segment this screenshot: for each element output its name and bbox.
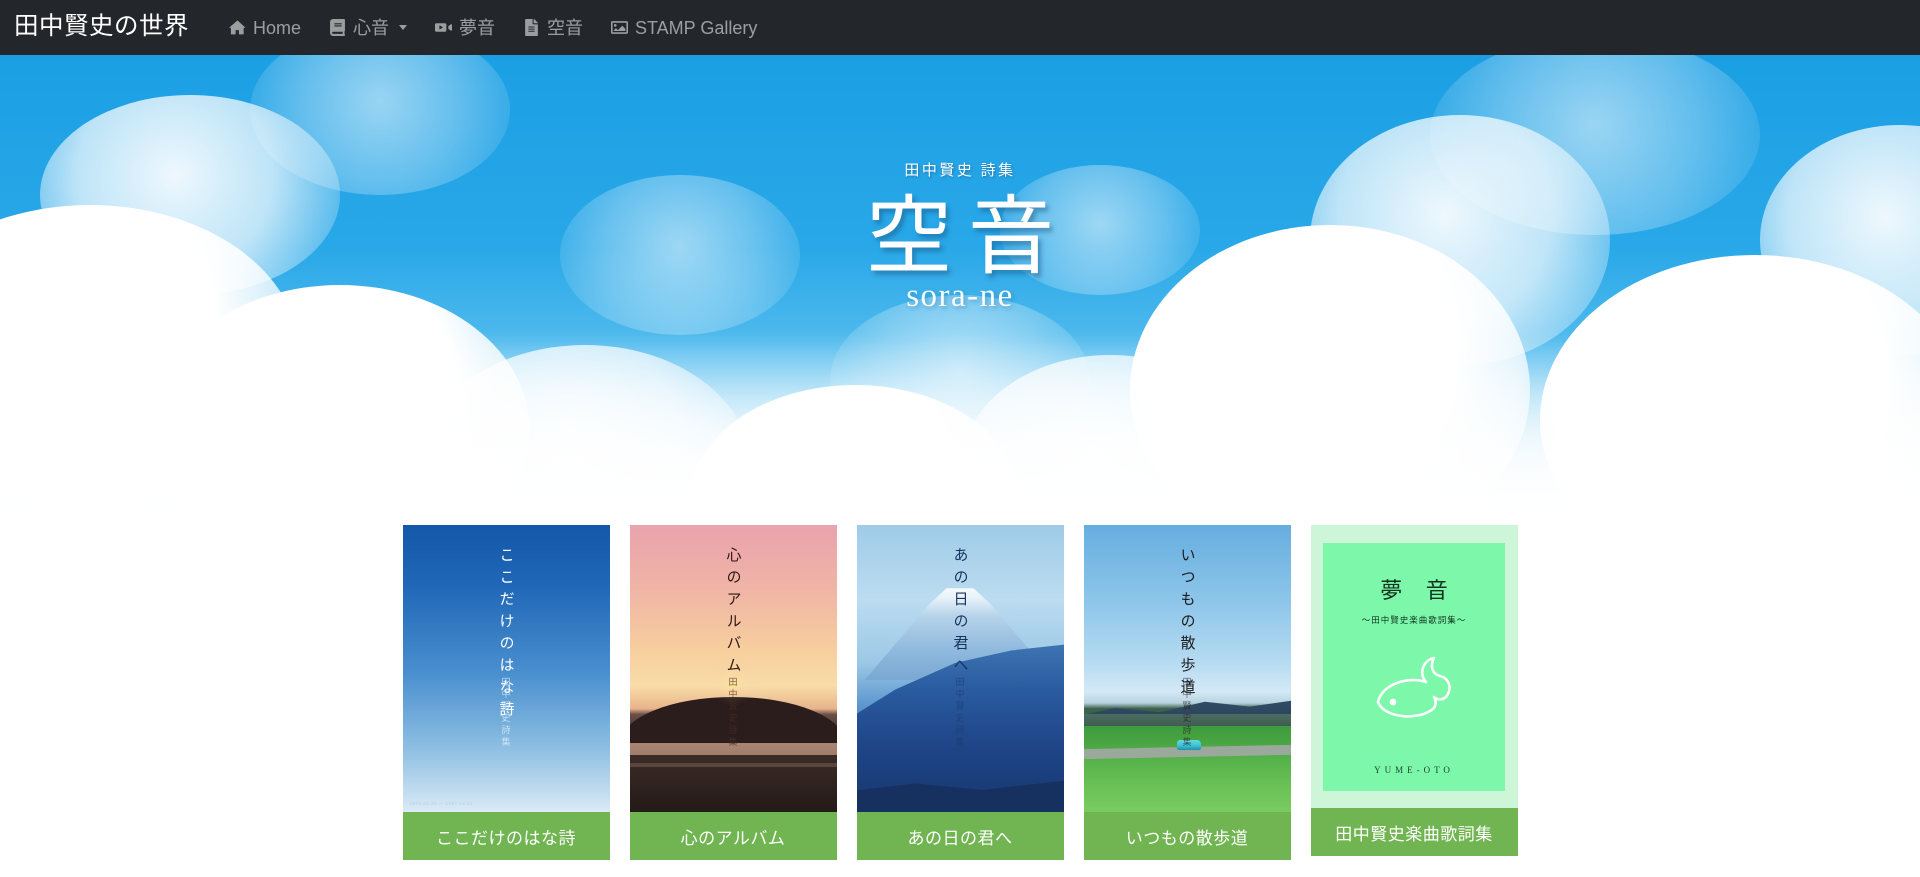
- nav-links: Home 心音 夢音 空音 STAMP Gallery: [215, 13, 771, 43]
- book-cover-yumeoto: 夢 音 〜田中賢史楽曲歌詞集〜 YUME-OTO: [1310, 525, 1518, 808]
- hero-kicker: 田中賢史 詩集: [904, 163, 1016, 179]
- cover-title: あの日の君へ: [951, 547, 968, 679]
- cover-author: 田中賢史詩集: [500, 677, 511, 749]
- whale-mark-icon: [1368, 652, 1460, 731]
- book-card-list: ここだけのはな詩 田中賢史詩集 1979.04.20 — 1997.12.31 …: [0, 525, 1920, 860]
- nav-item-sorane[interactable]: 空音: [509, 13, 597, 43]
- book-cover-anohi: あの日の君へ 田中賢史詩集: [856, 525, 1064, 812]
- cover-footer: 1979.04.20 — 1997.12.31: [409, 801, 474, 806]
- book-cover-kokoro-album: 心のアルバム 田中賢史詩集: [629, 525, 837, 812]
- cover-author: 田中賢史詩集: [1181, 677, 1192, 749]
- page-title: 空音: [866, 189, 1070, 285]
- nav-item-sorane-label: 空音: [547, 17, 584, 38]
- book-card-label[interactable]: あの日の君へ: [856, 812, 1064, 860]
- cover-subtitle: 〜田中賢史楽曲歌詞集〜: [1361, 614, 1467, 625]
- book-card-label[interactable]: 田中賢史楽曲歌詞集: [1310, 808, 1518, 856]
- book-card-label[interactable]: ここだけのはな詩: [402, 812, 610, 860]
- file-icon: [523, 19, 540, 36]
- cover-romaji: YUME-OTO: [1374, 764, 1454, 775]
- cover-author: 田中賢史詩集: [954, 677, 965, 749]
- nav-item-kokorone-label: 心音: [353, 17, 390, 38]
- home-icon: [229, 19, 246, 36]
- cover-author: 田中賢史詩集: [727, 677, 738, 749]
- cover-title: 心のアルバム: [724, 547, 741, 679]
- railing-graphic: [629, 754, 837, 812]
- nav-item-stamp-gallery-label: STAMP Gallery: [635, 17, 758, 38]
- nav-item-home[interactable]: Home: [215, 13, 315, 43]
- nav-item-kokoroneu[interactable]: 心音: [315, 13, 421, 43]
- video-icon: [435, 19, 453, 36]
- book-cover-kokodake: ここだけのはな詩 田中賢史詩集 1979.04.20 — 1997.12.31: [402, 525, 610, 812]
- mint-panel: 夢 音 〜田中賢史楽曲歌詞集〜 YUME-OTO: [1323, 542, 1505, 791]
- book-card-itsumo[interactable]: いつもの散歩道 田中賢史詩集 いつもの散歩道: [1083, 525, 1291, 860]
- nav-item-yumeoto[interactable]: 夢音: [421, 13, 509, 43]
- site-brand[interactable]: 田中賢史の世界: [14, 15, 189, 40]
- hero-subtitle: sora-ne: [906, 277, 1014, 314]
- nav-item-yumeoto-label: 夢音: [459, 17, 496, 38]
- chevron-down-icon: [399, 25, 408, 30]
- book-icon: [329, 19, 346, 36]
- cover-title: 夢 音: [1380, 577, 1457, 603]
- main-navbar: 田中賢史の世界 Home 心音 夢音 空音 STAMP Gallery: [0, 0, 1920, 55]
- book-card-anohi[interactable]: あの日の君へ 田中賢史詩集 あの日の君へ: [856, 525, 1064, 860]
- book-card-kokodake[interactable]: ここだけのはな詩 田中賢史詩集 1979.04.20 — 1997.12.31 …: [402, 525, 610, 860]
- book-card-label[interactable]: いつもの散歩道: [1083, 812, 1291, 860]
- book-card-kokoro-album[interactable]: 心のアルバム 田中賢史詩集 心のアルバム: [629, 525, 837, 860]
- nav-item-home-label: Home: [253, 17, 302, 38]
- image-icon: [611, 19, 629, 36]
- book-card-yumeoto[interactable]: 夢 音 〜田中賢史楽曲歌詞集〜 YUME-OTO 田中賢史楽曲歌詞集: [1310, 525, 1518, 860]
- nav-item-stamp-gallery[interactable]: STAMP Gallery: [597, 13, 771, 43]
- hero-banner: 田中賢史 詩集 空音 sora-ne: [0, 55, 1920, 565]
- hero-text-block: 田中賢史 詩集 空音 sora-ne: [0, 159, 1920, 315]
- book-card-label[interactable]: 心のアルバム: [629, 812, 837, 860]
- book-cover-itsumo: いつもの散歩道 田中賢史詩集: [1083, 525, 1291, 812]
